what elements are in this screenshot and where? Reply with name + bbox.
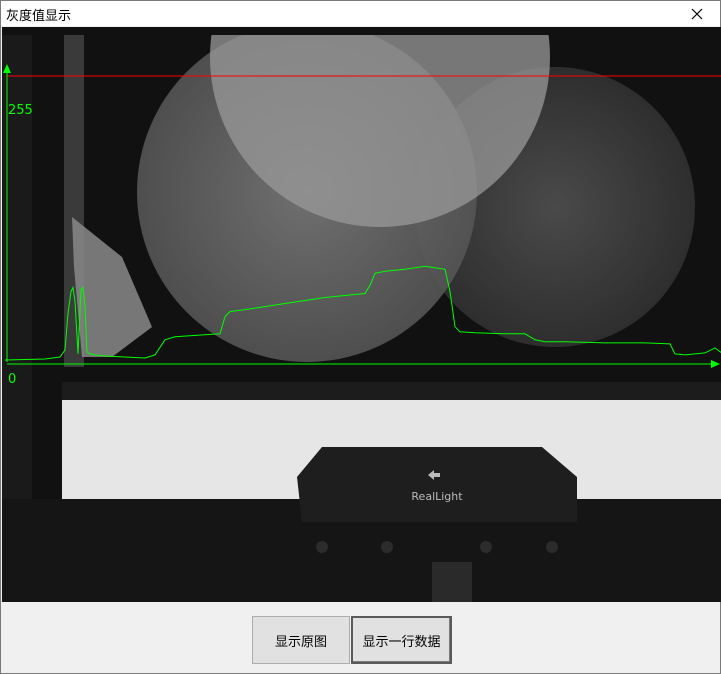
image-viewport: RealLight 255 0 [2,27,721,602]
camera-image: RealLight 255 0 [2,27,721,602]
logo-text: RealLight [411,490,463,503]
screw-icon [316,541,328,553]
window-title: 灰度值显示 [6,9,72,24]
close-button[interactable] [674,1,720,26]
screw-icon [480,541,492,553]
device-body [297,447,577,522]
show-original-button[interactable]: 显示原图 [252,616,350,664]
y-axis-min-label: 0 [8,372,16,387]
title-bar: 灰度值显示 [1,1,720,26]
screw-icon [546,541,558,553]
y-axis-max-label: 255 [8,103,33,118]
screw-icon [381,541,393,553]
show-row-data-button[interactable]: 显示一行数据 [351,616,452,664]
grayscale-window: 灰度值显示 RealLight 255 0 显示原图 显示一行数据 [0,0,721,674]
close-icon [691,8,703,19]
